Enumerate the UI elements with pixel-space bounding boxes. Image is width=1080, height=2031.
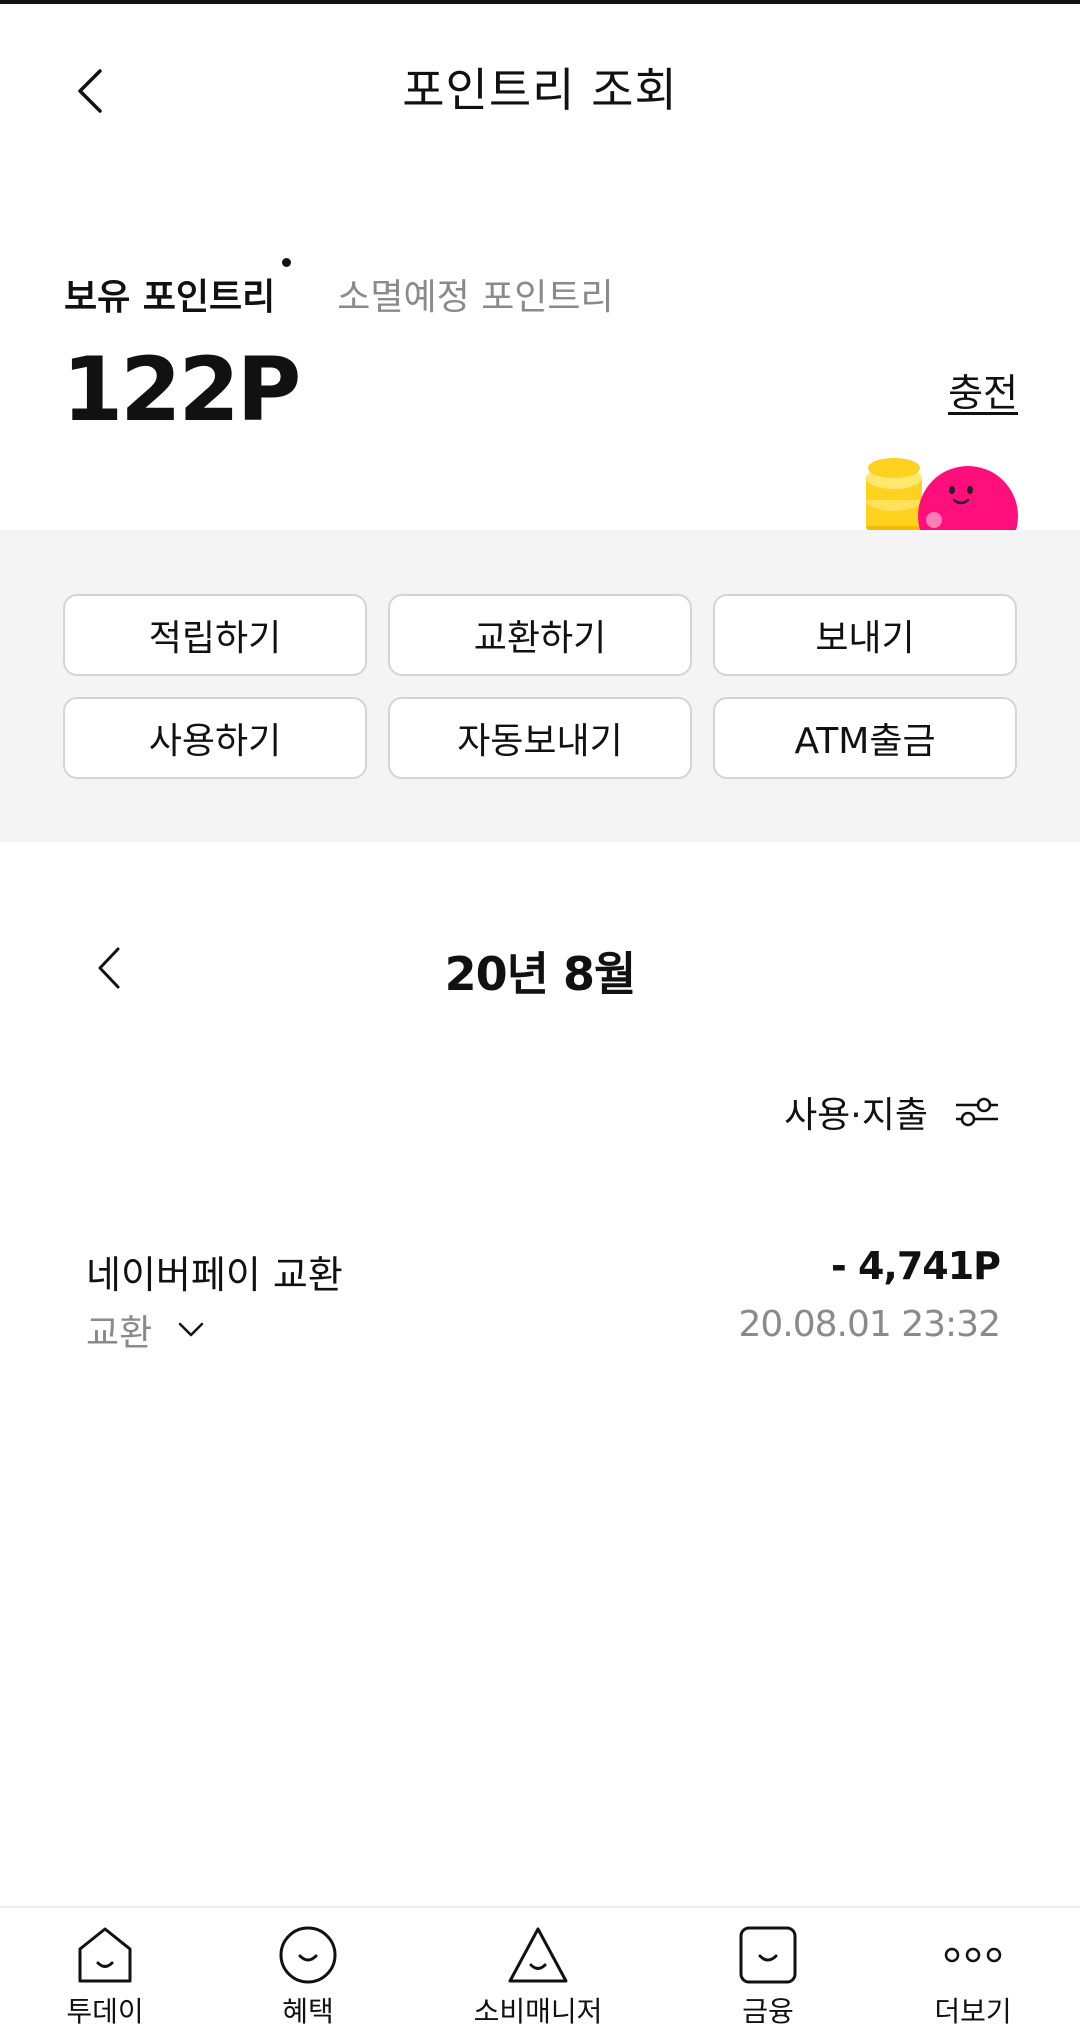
tab-expiring-points-label: 소멸예정 포인트리 — [337, 277, 614, 318]
tab-expiring-points[interactable]: 소멸예정 포인트리 — [337, 268, 613, 320]
transaction-title: 네이버페이 교환 — [86, 1253, 343, 1297]
chevron-left-icon — [98, 947, 120, 989]
app-header: 포인트리 조회 — [0, 4, 1080, 164]
nav-item-consumption-manager[interactable]: 소비매니저 — [458, 1922, 618, 2030]
exchange-button[interactable]: 교환하기 — [388, 594, 692, 676]
transaction-row[interactable]: 네이버페이 교환 - 4,741P 교환 20.08.01 23:32 — [86, 1244, 1001, 1364]
history-filter[interactable]: 사용·지출 — [784, 1086, 1000, 1138]
month-label: 20년 8월 — [444, 947, 637, 1001]
nav-item-more[interactable]: 더보기 — [893, 1922, 1053, 2030]
chevron-down-icon — [179, 1322, 204, 1337]
active-tab-dot — [282, 258, 292, 267]
send-button[interactable]: 보내기 — [713, 594, 1017, 676]
nav-label-finance: 금융 — [742, 1995, 794, 2028]
mascot-illustration — [860, 456, 1020, 530]
actions-panel: 적립하기 교환하기 보내기 사용하기 자동보내기 ATM출금 — [0, 530, 1080, 842]
nav-label-more: 더보기 — [934, 1995, 1012, 2028]
filter-sliders-icon — [956, 1097, 998, 1127]
earn-button[interactable]: 적립하기 — [63, 594, 367, 676]
nav-label-benefits: 혜택 — [282, 1995, 334, 2028]
smile-circle-icon — [275, 1922, 341, 1988]
filter-label: 사용·지출 — [784, 1095, 928, 1136]
triangle-face-icon — [505, 1922, 571, 1988]
home-face-icon — [72, 1922, 138, 1988]
nav-item-today[interactable]: 투데이 — [25, 1922, 185, 2030]
transaction-datetime: 20.08.01 23:32 — [738, 1304, 1001, 1345]
page-title: 포인트리 조회 — [402, 63, 678, 117]
point-tabs: 보유 포인트리 소멸예정 포인트리 — [64, 258, 614, 320]
transaction-category-label: 교환 — [86, 1313, 153, 1354]
bottom-nav: 투데이 혜택 소비매니저 금융 더보기 — [0, 1906, 1080, 2031]
previous-month-button[interactable] — [84, 938, 134, 998]
point-balance: 122P — [62, 338, 301, 441]
more-dots-icon — [940, 1922, 1006, 1988]
auto-send-button[interactable]: 자동보내기 — [388, 697, 692, 779]
nav-label-today: 투데이 — [66, 1995, 144, 2028]
nav-item-finance[interactable]: 금융 — [688, 1922, 848, 2030]
actions-grid: 적립하기 교환하기 보내기 사용하기 자동보내기 ATM출금 — [63, 594, 1017, 779]
transaction-amount: - 4,741P — [830, 1244, 1001, 1288]
tab-owned-points-label: 보유 포인트리 — [64, 277, 276, 318]
square-face-icon — [735, 1922, 801, 1988]
nav-item-benefits[interactable]: 혜택 — [228, 1922, 388, 2030]
nav-label-consumption-manager: 소비매니저 — [473, 1995, 603, 2028]
use-button[interactable]: 사용하기 — [63, 697, 367, 779]
transaction-category[interactable]: 교환 — [86, 1304, 204, 1356]
charge-link[interactable]: 충전 — [948, 362, 1018, 417]
atm-withdraw-button[interactable]: ATM출금 — [713, 697, 1017, 779]
tab-owned-points[interactable]: 보유 포인트리 — [64, 258, 292, 320]
